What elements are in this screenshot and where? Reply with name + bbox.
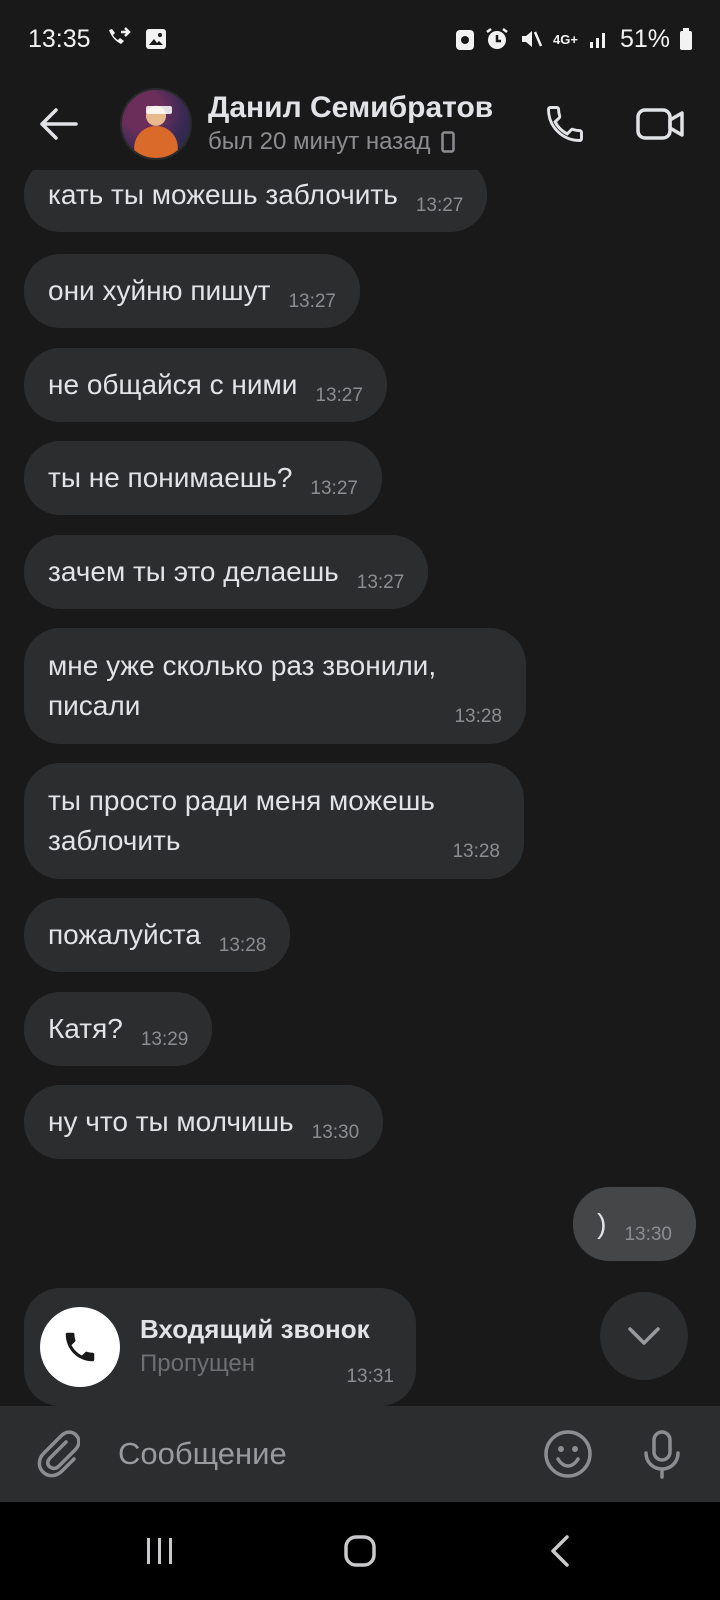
message-text: пожалуйста (48, 919, 201, 950)
back-nav-button[interactable] (520, 1516, 600, 1586)
contact-info[interactable]: Данил Семибратов был 20 минут назад (208, 90, 493, 158)
message-bubble[interactable]: ты просто ради меня можешь заблочить 13:… (24, 763, 524, 879)
message-time: 13:27 (310, 478, 358, 499)
avatar[interactable] (120, 88, 192, 160)
message-bubble[interactable]: зачем ты это делаешь 13:27 (24, 535, 429, 609)
message-text-line: ты просто ради меня можешь (48, 785, 435, 816)
voice-message-button[interactable] (634, 1426, 690, 1482)
system-nav-bar (0, 1502, 720, 1600)
call-icon-circle (40, 1307, 120, 1387)
message-bubble[interactable]: ну что ты молчишь 13:30 (24, 1085, 384, 1159)
chevron-left-icon (551, 1535, 569, 1567)
message-text: зачем ты это делаешь (48, 556, 339, 587)
phone-icon (547, 106, 583, 142)
message-time: 13:28 (452, 841, 500, 862)
recent-apps-button[interactable] (120, 1516, 200, 1586)
paperclip-icon (37, 1430, 80, 1478)
message-composer (0, 1406, 720, 1502)
message-text: не общайся с ними (48, 369, 298, 400)
home-button[interactable] (320, 1516, 400, 1586)
call-title: Входящий звонок (140, 1314, 370, 1344)
back-button[interactable] (30, 96, 86, 152)
missed-call-card[interactable]: Входящий звонок Пропущен 13:31 (24, 1288, 416, 1406)
message-bubble[interactable]: они хуйню пишут 13:27 (24, 254, 360, 328)
attach-button[interactable] (30, 1426, 86, 1482)
recent-apps-icon (147, 1538, 172, 1564)
chat-header: Данил Семибратов был 20 минут назад (0, 78, 720, 170)
message-text: ну что ты молчишь (48, 1106, 294, 1137)
message-bubble[interactable]: Катя? 13:29 (24, 992, 213, 1066)
smiley-icon (544, 1430, 592, 1478)
message-text: они хуйню пишут (48, 275, 271, 306)
message-bubble[interactable]: мне уже сколько раз звонили, писали 13:2… (24, 628, 526, 744)
scroll-down-button[interactable] (600, 1292, 688, 1380)
message-bubble[interactable]: пожалуйста 13:28 (24, 898, 291, 972)
last-seen-text: был 20 минут назад (208, 128, 431, 155)
message-time: 13:27 (415, 195, 464, 216)
video-call-button[interactable] (634, 97, 688, 151)
message-text: ты не понимаешь? (48, 462, 293, 493)
call-time: 13:31 (346, 1366, 394, 1387)
message-bubble[interactable]: не общайся с ними 13:27 (24, 348, 387, 422)
message-time: 13:27 (288, 291, 336, 312)
message-text: Катя? (48, 1013, 123, 1044)
video-camera-icon (636, 108, 684, 140)
message-time: 13:30 (311, 1122, 360, 1143)
mobile-device-icon (440, 131, 455, 153)
message-time: 13:27 (315, 385, 363, 406)
message-bubble[interactable]: ты не понимаешь? 13:27 (24, 441, 382, 515)
call-status: Пропущен (140, 1350, 256, 1377)
arrow-left-icon (40, 108, 78, 140)
message-text: кать ты можешь заблочить (48, 179, 398, 210)
chat-screen: 13:35 4G+ 51% кать ты можешь заблочить 1… (0, 0, 720, 1600)
voice-call-button[interactable] (538, 97, 592, 151)
phone-icon (65, 1332, 95, 1362)
message-text-line: писали (48, 690, 141, 721)
last-seen-status: был 20 минут назад (208, 126, 493, 158)
chevron-down-icon (628, 1327, 660, 1345)
message-time: 13:27 (356, 572, 405, 593)
message-list[interactable]: кать ты можешь заблочить 13:27 они хуйню… (0, 0, 720, 1600)
message-input[interactable] (118, 1436, 540, 1472)
outgoing-message-bubble[interactable]: ) 13:30 (573, 1187, 696, 1261)
message-time: 13:29 (140, 1029, 189, 1050)
message-text-line: заблочить (48, 825, 181, 856)
message-text: ) (597, 1208, 607, 1239)
message-time: 13:28 (454, 706, 502, 727)
emoji-button[interactable] (540, 1426, 596, 1482)
home-icon (344, 1535, 376, 1567)
microphone-icon (644, 1430, 680, 1479)
message-time: 13:30 (624, 1224, 672, 1245)
message-text-line: мне уже сколько раз звонили, (48, 650, 437, 681)
contact-name: Данил Семибратов (208, 91, 494, 124)
message-time: 13:28 (218, 935, 267, 956)
